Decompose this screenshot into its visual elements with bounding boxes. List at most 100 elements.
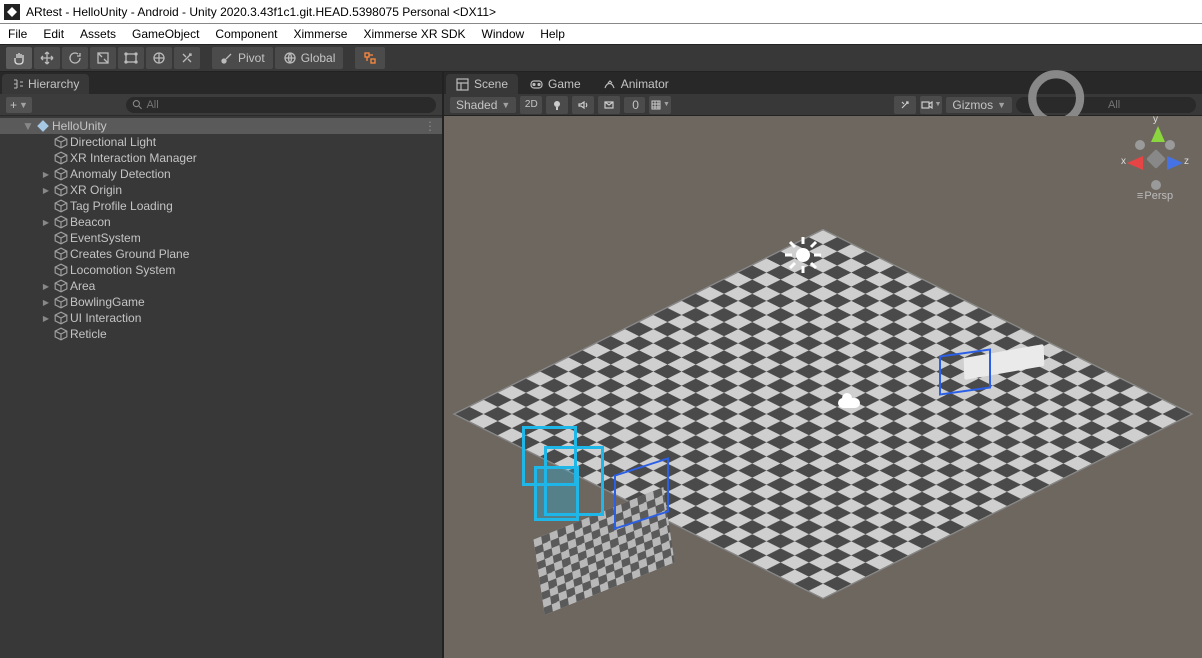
- rotate-tool-button[interactable]: [62, 47, 88, 69]
- expand-arrow-icon[interactable]: ▼: [22, 119, 34, 133]
- scene-panel: Scene Game Animator Shaded ▼ 2D 0: [444, 72, 1202, 658]
- hierarchy-item[interactable]: ▶ XR Origin: [0, 182, 442, 198]
- 2d-toggle[interactable]: 2D: [520, 96, 542, 114]
- lighting-toggle[interactable]: [546, 96, 568, 114]
- hierarchy-item[interactable]: ▶Anomaly Detection: [0, 166, 442, 182]
- hierarchy-item-label: Directional Light: [70, 135, 156, 149]
- transform-tool-button[interactable]: [146, 47, 172, 69]
- tab-animator-label: Animator: [621, 77, 669, 91]
- camera-button[interactable]: ▼: [920, 96, 942, 114]
- menu-help[interactable]: Help: [540, 27, 565, 41]
- menu-window[interactable]: Window: [482, 27, 525, 41]
- hierarchy-item-label: BowlingGame: [70, 295, 145, 309]
- gameobject-icon: [54, 135, 68, 149]
- scale-tool-button[interactable]: [90, 47, 116, 69]
- gameobject-icon: [54, 247, 68, 261]
- fx-count: 0: [632, 98, 639, 112]
- window-title: ARtest - HelloUnity - Android - Unity 20…: [26, 5, 496, 19]
- hierarchy-tab[interactable]: Hierarchy: [2, 74, 89, 94]
- tools-button[interactable]: [894, 96, 916, 114]
- hierarchy-item[interactable]: EventSystem: [0, 230, 442, 246]
- gizmos-dropdown[interactable]: Gizmos ▼: [946, 97, 1012, 113]
- expand-arrow-icon[interactable]: ▶: [40, 314, 52, 323]
- tab-scene[interactable]: Scene: [446, 74, 518, 94]
- gameobject-icon: [54, 231, 68, 245]
- gameobject-icon: [54, 199, 68, 213]
- hierarchy-item[interactable]: ▶ UI Interaction: [0, 310, 442, 326]
- audio-toggle[interactable]: [572, 96, 594, 114]
- camera-gizmo: [838, 398, 860, 408]
- shading-mode-dropdown[interactable]: Shaded ▼: [450, 97, 516, 113]
- scene-search-input[interactable]: [1108, 99, 1190, 111]
- fx-dropdown[interactable]: 0: [624, 97, 645, 113]
- chevron-down-icon: ▼: [19, 100, 28, 110]
- scene-options-icon[interactable]: ⋮: [424, 119, 436, 133]
- projection-label[interactable]: ≡ Persp: [1120, 190, 1190, 202]
- hierarchy-item[interactable]: ▶Area: [0, 278, 442, 294]
- pivot-toggle[interactable]: Pivot: [212, 47, 273, 69]
- unity-scene-icon: [36, 119, 50, 133]
- global-toggle[interactable]: Global: [275, 47, 344, 69]
- hierarchy-item[interactable]: Directional Light: [0, 134, 442, 150]
- hierarchy-item[interactable]: ▶Beacon: [0, 214, 442, 230]
- axis-x-label: x: [1121, 156, 1126, 167]
- menu-gameobject[interactable]: GameObject: [132, 27, 199, 41]
- gameobject-icon: [54, 327, 68, 341]
- tab-animator[interactable]: Animator: [593, 74, 679, 94]
- hierarchy-item-label: XR Origin: [70, 183, 122, 197]
- tab-game[interactable]: Game: [520, 74, 591, 94]
- hierarchy-item-label: UI Interaction: [70, 311, 141, 325]
- search-icon: [132, 99, 142, 110]
- menu-ximmerse[interactable]: Ximmerse: [293, 27, 347, 41]
- hierarchy-item-label: Creates Ground Plane: [70, 247, 189, 261]
- menu-file[interactable]: File: [8, 27, 27, 41]
- create-dropdown[interactable]: + ▼: [6, 97, 32, 113]
- custom-tool-button[interactable]: [174, 47, 200, 69]
- hierarchy-item[interactable]: Tag Profile Loading: [0, 198, 442, 214]
- move-tool-button[interactable]: [34, 47, 60, 69]
- hierarchy-item[interactable]: Locomotion System: [0, 262, 442, 278]
- gameobject-icon: [54, 263, 68, 277]
- scene-search[interactable]: [1016, 97, 1196, 113]
- fx-toggle[interactable]: [598, 96, 620, 114]
- shading-label: Shaded: [456, 98, 497, 112]
- gameobject-icon: [54, 151, 68, 165]
- expand-arrow-icon[interactable]: ▶: [40, 282, 52, 291]
- hierarchy-controls: + ▼: [0, 94, 442, 116]
- unity-icon: [4, 4, 20, 20]
- orientation-gizmo[interactable]: y x z ≡ Persp: [1120, 128, 1190, 202]
- scene-row[interactable]: ▼ HelloUnity ⋮: [0, 118, 442, 134]
- expand-arrow-icon[interactable]: ▶: [40, 170, 52, 179]
- hierarchy-tree: ▼ HelloUnity ⋮ Directional LightXR Inter…: [0, 116, 442, 658]
- tab-scene-label: Scene: [474, 77, 508, 91]
- chevron-down-icon: ▼: [997, 100, 1006, 110]
- scene-viewport[interactable]: y x z ≡ Persp: [444, 116, 1202, 658]
- pivot-label: Pivot: [238, 51, 265, 65]
- window-titlebar: ARtest - HelloUnity - Android - Unity 20…: [0, 0, 1202, 24]
- gizmos-label: Gizmos: [952, 98, 993, 112]
- hierarchy-item[interactable]: Reticle: [0, 326, 442, 342]
- scene-toolbar: Shaded ▼ 2D 0 ▼ ▼ Gizmos ▼: [444, 94, 1202, 116]
- expand-arrow-icon[interactable]: ▶: [40, 298, 52, 307]
- hierarchy-item[interactable]: ▶ BowlingGame: [0, 294, 442, 310]
- menu-edit[interactable]: Edit: [43, 27, 64, 41]
- menu-assets[interactable]: Assets: [80, 27, 116, 41]
- menu-ximmerse-xr-sdk[interactable]: Ximmerse XR SDK: [363, 27, 465, 41]
- directional-light-gizmo: [783, 235, 823, 278]
- hand-tool-button[interactable]: [6, 47, 32, 69]
- collider-gizmo: [939, 348, 991, 395]
- hierarchy-tab-label: Hierarchy: [28, 77, 79, 91]
- hierarchy-item-label: Reticle: [70, 327, 107, 341]
- hierarchy-search[interactable]: [126, 97, 436, 113]
- hierarchy-search-input[interactable]: [146, 99, 430, 111]
- add-icon: +: [10, 98, 17, 112]
- expand-arrow-icon[interactable]: ▶: [40, 186, 52, 195]
- hierarchy-item[interactable]: Creates Ground Plane: [0, 246, 442, 262]
- snap-toggle[interactable]: [355, 47, 385, 69]
- rect-tool-button[interactable]: [118, 47, 144, 69]
- expand-arrow-icon[interactable]: ▶: [40, 218, 52, 227]
- grid-toggle[interactable]: ▼: [649, 96, 671, 114]
- menu-component[interactable]: Component: [215, 27, 277, 41]
- gameobject-icon: [54, 183, 68, 197]
- hierarchy-item[interactable]: XR Interaction Manager: [0, 150, 442, 166]
